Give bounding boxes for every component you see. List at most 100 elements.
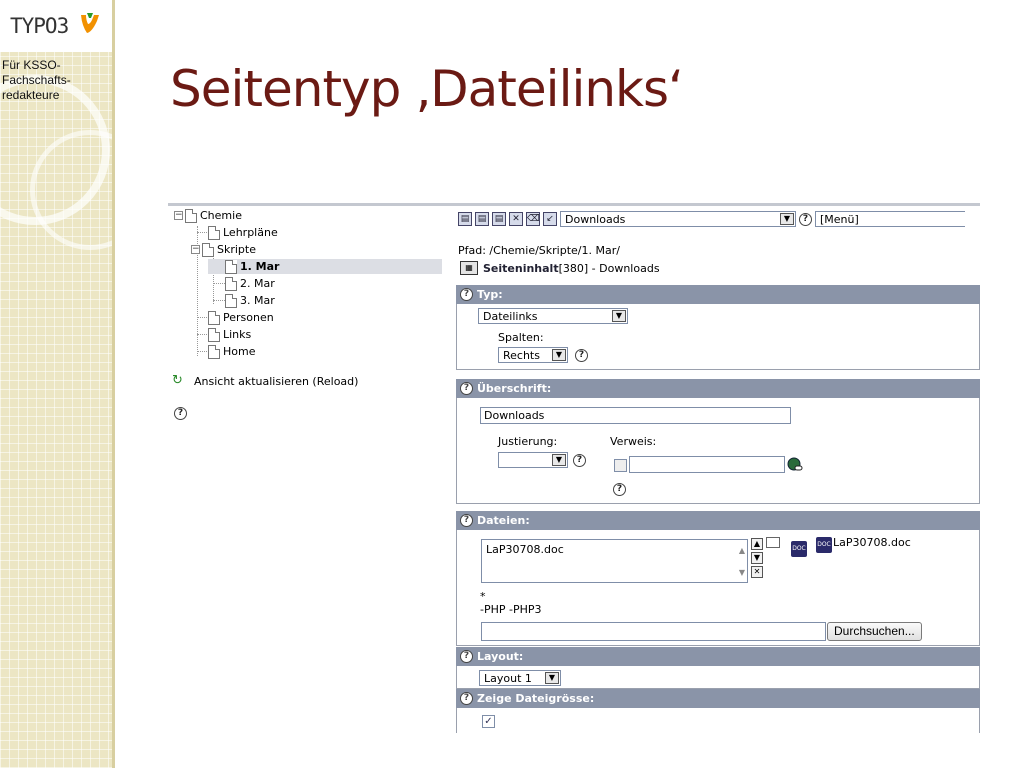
record-select[interactable]: Downloads ▼ <box>560 211 796 227</box>
menu-select[interactable]: [Menü] <box>815 211 965 227</box>
link-wizard-icon[interactable] <box>787 457 803 473</box>
page-tree: − Chemie Lehrpläne − Skripte 1. Mar 2. M… <box>168 206 448 733</box>
typo3-logo: TYPO3 <box>0 0 112 52</box>
tree-node-home[interactable]: Home <box>208 344 255 359</box>
chevron-down-icon: ▼ <box>552 454 566 466</box>
section-typ-body: Dateilinks ▼ Spalten: Rechts ▼ ? <box>456 304 980 370</box>
decorative-band <box>0 0 112 768</box>
justierung-select[interactable]: ▼ <box>498 452 568 468</box>
undo-icon[interactable]: ↙ <box>543 212 557 226</box>
chevron-down-icon: ▼ <box>545 672 559 684</box>
page-icon <box>225 293 237 308</box>
help-icon[interactable]: ? <box>613 483 626 496</box>
save-view-icon[interactable]: ▤ <box>475 212 489 226</box>
spalten-label: Spalten: <box>498 331 544 344</box>
delete-icon[interactable]: ⌫ <box>526 212 540 226</box>
doc-file-icon: DOC <box>816 537 832 553</box>
help-icon[interactable]: ? <box>575 349 588 362</box>
scroll-up-icon[interactable]: ▲ <box>739 546 745 555</box>
verweis-label: Verweis: <box>610 435 657 448</box>
help-icon[interactable]: ? <box>460 514 473 527</box>
tree-node-label: Skripte <box>217 243 256 256</box>
tree-node-label: Home <box>223 345 256 358</box>
page-icon <box>225 276 237 291</box>
section-title: Überschrift: <box>477 382 552 395</box>
browse-button[interactable]: Durchsuchen... <box>827 622 922 641</box>
page-icon <box>208 225 220 240</box>
help-icon[interactable]: ? <box>799 212 812 226</box>
tree-line <box>197 334 207 335</box>
record-select-value: Downloads <box>565 212 626 226</box>
file-list[interactable]: LaP30708.doc ▲ ▼ <box>481 539 748 583</box>
help-icon[interactable]: ? <box>460 288 473 301</box>
tree-node-chemie[interactable]: − Chemie <box>174 208 242 223</box>
tree-node-links[interactable]: Links <box>208 327 251 342</box>
verweis-input[interactable] <box>629 456 785 473</box>
move-down-icon[interactable]: ▼ <box>751 552 763 564</box>
tree-node-label: 1. Mar <box>240 260 280 273</box>
collapse-icon[interactable]: − <box>191 245 200 254</box>
section-title: Zeige Dateigrösse: <box>477 692 595 705</box>
save-icon[interactable]: ▤ <box>458 212 472 226</box>
section-dateien-body: LaP30708.doc ▲ ▼ ▲ ▼ ✕ DOC DOC LaP30708.… <box>456 530 980 646</box>
remove-icon[interactable]: ✕ <box>751 566 763 578</box>
content-edit-form: ▤ ▤ ▤ ✕ ⌫ ↙ Downloads ▼ ? [Menü] Pfad: /… <box>456 206 980 733</box>
page-path: Pfad: /Chemie/Skripte/1. Mar/ <box>458 244 620 257</box>
toolbar: ▤ ▤ ▤ ✕ ⌫ ↙ Downloads ▼ ? [Menü] <box>458 210 965 228</box>
tree-node-1-mar[interactable]: 1. Mar <box>208 259 442 274</box>
tree-node-skripte[interactable]: − Skripte <box>191 242 256 257</box>
save-close-icon[interactable]: ▤ <box>492 212 506 226</box>
tree-line <box>197 351 207 352</box>
tree-line <box>197 232 207 233</box>
layout-select-value: Layout 1 <box>484 671 532 685</box>
section-dateigroesse-header: ? Zeige Dateigrösse: <box>456 689 980 708</box>
tree-node-personen[interactable]: Personen <box>208 310 274 325</box>
file-list-item[interactable]: LaP30708.doc <box>486 543 564 556</box>
content-ref-detail: [380] - Downloads <box>558 261 660 275</box>
chevron-down-icon: ▼ <box>780 213 794 225</box>
caption-line: Für KSSO- <box>2 58 61 72</box>
tree-node-label: 3. Mar <box>240 294 275 307</box>
disallowed-extensions: -PHP -PHP3 <box>480 603 542 616</box>
help-icon[interactable]: ? <box>460 650 473 663</box>
tree-node-3-mar[interactable]: 3. Mar <box>225 293 275 308</box>
section-layout-header: ? Layout: <box>456 647 980 666</box>
slide-title: Seitentyp ‚Dateilinks‘ <box>170 60 684 118</box>
collapse-icon[interactable]: − <box>174 211 183 220</box>
move-up-icon[interactable]: ▲ <box>751 538 763 550</box>
page-icon <box>208 310 220 325</box>
help-icon[interactable]: ? <box>174 407 187 420</box>
tree-node-label: Links <box>223 328 252 341</box>
verweis-checkbox[interactable] <box>614 459 627 472</box>
close-icon[interactable]: ✕ <box>509 212 523 226</box>
section-title: Typ: <box>477 288 503 301</box>
reload-link[interactable]: ↻ Ansicht aktualisieren (Reload) <box>172 374 358 388</box>
page-icon <box>185 208 197 223</box>
layout-select[interactable]: Layout 1 ▼ <box>479 670 561 686</box>
typo3-backend-screenshot: − Chemie Lehrpläne − Skripte 1. Mar 2. M… <box>168 203 980 733</box>
folder-icon[interactable] <box>766 537 780 548</box>
type-select[interactable]: Dateilinks ▼ <box>478 308 628 324</box>
help-icon[interactable]: ? <box>460 382 473 395</box>
section-dateien-header: ? Dateien: <box>456 511 980 530</box>
spalten-select-value: Rechts <box>503 348 540 362</box>
allowed-extensions: * <box>480 590 486 603</box>
help-icon[interactable]: ? <box>573 454 586 467</box>
section-dateigroesse-body: ✓ <box>456 708 980 733</box>
tree-line <box>213 300 225 301</box>
show-filesize-checkbox[interactable]: ✓ <box>482 715 495 728</box>
tree-node-lehrplaene[interactable]: Lehrpläne <box>208 225 278 240</box>
spalten-select[interactable]: Rechts ▼ <box>498 347 568 363</box>
chevron-down-icon: ▼ <box>612 310 626 322</box>
header-input[interactable]: Downloads <box>480 407 791 424</box>
slide-caption: Für KSSO- Fachschafts- redakteure <box>2 58 112 103</box>
scroll-down-icon[interactable]: ▼ <box>739 568 745 577</box>
doc-file-icon: DOC <box>791 541 807 557</box>
file-upload-input[interactable] <box>481 622 826 641</box>
caption-line: redakteure <box>2 88 60 102</box>
tree-line <box>213 283 225 284</box>
file-thumb-name: LaP30708.doc <box>833 536 911 549</box>
tree-node-2-mar[interactable]: 2. Mar <box>225 276 275 291</box>
tree-line <box>197 317 207 318</box>
help-icon[interactable]: ? <box>460 692 473 705</box>
